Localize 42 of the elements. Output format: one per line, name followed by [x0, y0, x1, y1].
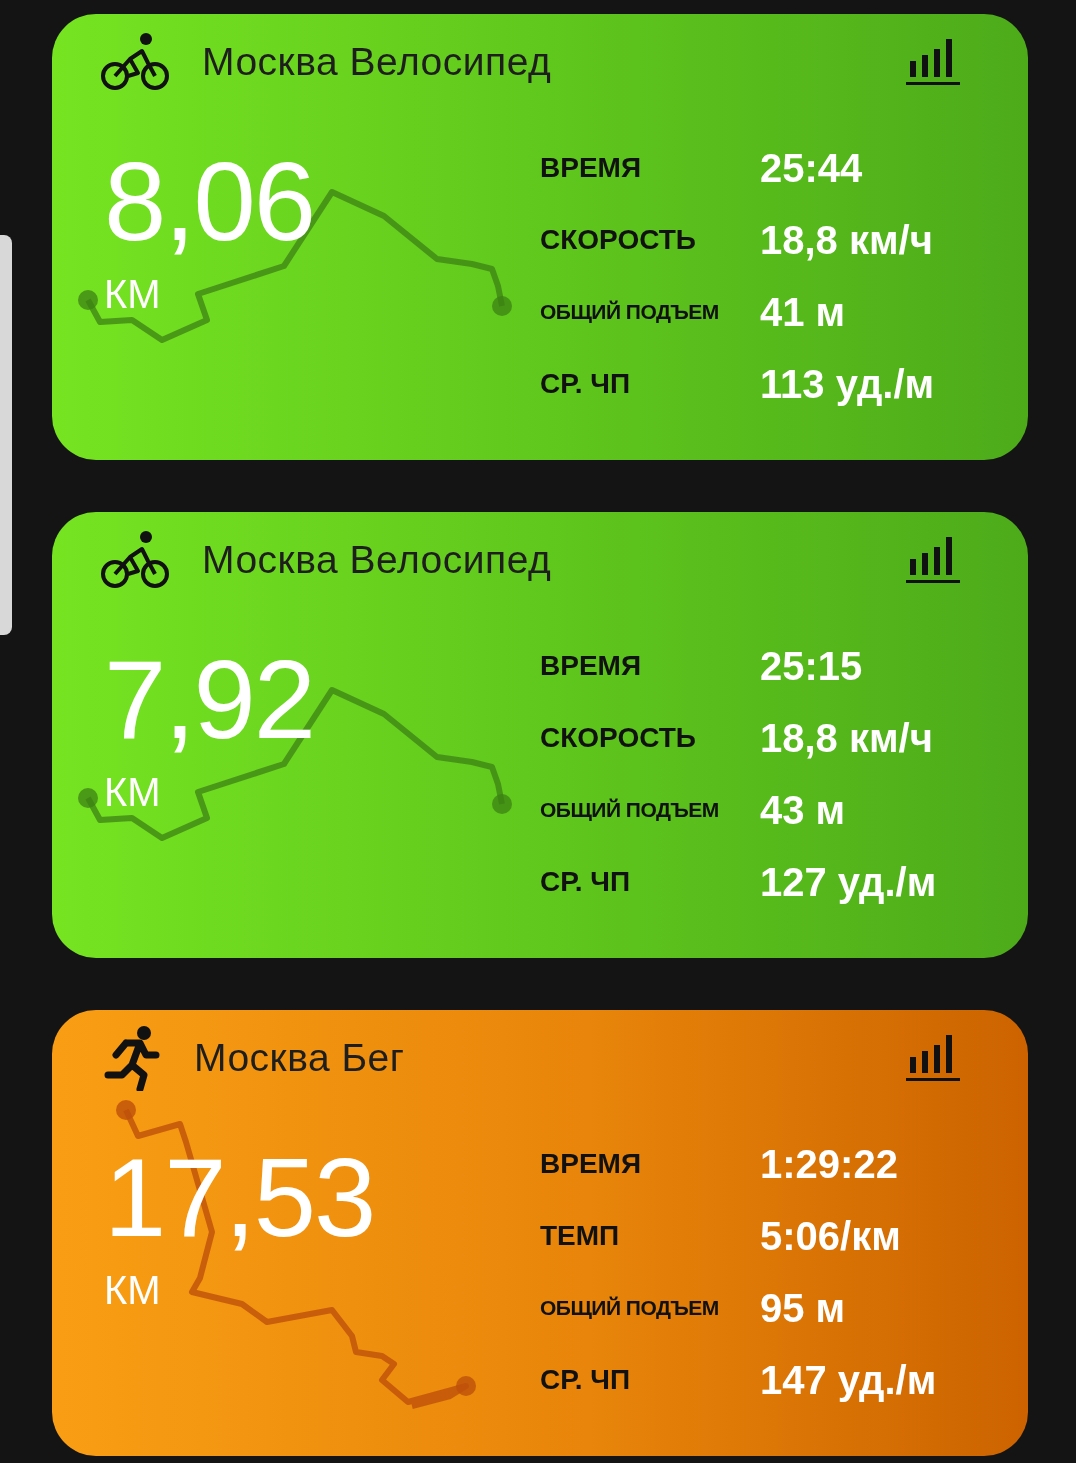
stat-label: СКОРОСТЬ — [540, 223, 697, 257]
distance-unit: КМ — [104, 272, 161, 317]
stat-value: 25:44 — [760, 144, 864, 192]
bicycle-icon — [100, 31, 170, 93]
stat-label: СР. ЧП — [540, 865, 632, 899]
activity-card[interactable]: Москва Велосипед 7,92 КМ ВРЕМЯ 25:15 СКОРОСТЬ 18,8 км/ч ОБЩИЙ ПОДЪЕМ 43 м СР. ЧП 127 уд./м — [52, 512, 1028, 958]
distance-value: 8,06 — [104, 146, 314, 258]
stat-value: 147 уд./м — [760, 1356, 937, 1404]
stat-label: СКОРОСТЬ — [540, 721, 697, 755]
stat-value: 113 уд./м — [760, 360, 935, 408]
stat-value: 25:15 — [760, 642, 864, 690]
stat-value: 41 м — [760, 288, 847, 336]
stat-value: 1:29:22 — [760, 1140, 899, 1188]
stat-label: ОБЩИЙ ПОДЪЕМ — [540, 1295, 720, 1321]
stat-label: ВРЕМЯ — [540, 649, 643, 683]
bicycle-icon — [100, 529, 170, 591]
activity-title: Москва Велосипед — [202, 538, 553, 582]
stat-value: 18,8 км/ч — [760, 714, 934, 762]
stat-value: 18,8 км/ч — [760, 216, 934, 264]
distance-unit: КМ — [104, 1268, 161, 1313]
stat-value: 43 м — [760, 786, 847, 834]
stat-label: ВРЕМЯ — [540, 1147, 643, 1181]
stat-label: СР. ЧП — [540, 367, 632, 401]
activity-card[interactable]: Москва Бег 17,53 КМ ВРЕМЯ 1:29:22 ТЕМП 5:06/км ОБЩИЙ ПОДЪЕМ 95 м СР. ЧП 147 уд./м — [52, 1010, 1028, 1456]
distance-value: 7,92 — [104, 644, 314, 756]
stat-label: ВРЕМЯ — [540, 151, 643, 185]
activity-title: Москва Бег — [194, 1036, 406, 1080]
bar-chart-icon[interactable] — [906, 1033, 960, 1083]
stat-value: 95 м — [760, 1284, 847, 1332]
bar-chart-icon[interactable] — [906, 37, 960, 87]
distance-unit: КМ — [104, 770, 161, 815]
activity-title: Москва Велосипед — [202, 40, 553, 84]
distance-value: 17,53 — [104, 1142, 375, 1254]
stat-value: 127 уд./м — [760, 858, 937, 906]
stat-label: СР. ЧП — [540, 1363, 632, 1397]
scroll-handle[interactable] — [0, 235, 12, 635]
activity-card[interactable]: Москва Велосипед 8,06 КМ ВРЕМЯ 25:44 СКОРОСТЬ 18,8 км/ч ОБЩИЙ ПОДЪЕМ 41 м СР. ЧП 113 уд./м — [52, 14, 1028, 460]
bar-chart-icon[interactable] — [906, 535, 960, 585]
stat-value: 5:06/км — [760, 1212, 902, 1260]
stat-label: ТЕМП — [540, 1219, 621, 1253]
stat-label: ОБЩИЙ ПОДЪЕМ — [540, 299, 720, 325]
stat-label: ОБЩИЙ ПОДЪЕМ — [540, 797, 720, 823]
